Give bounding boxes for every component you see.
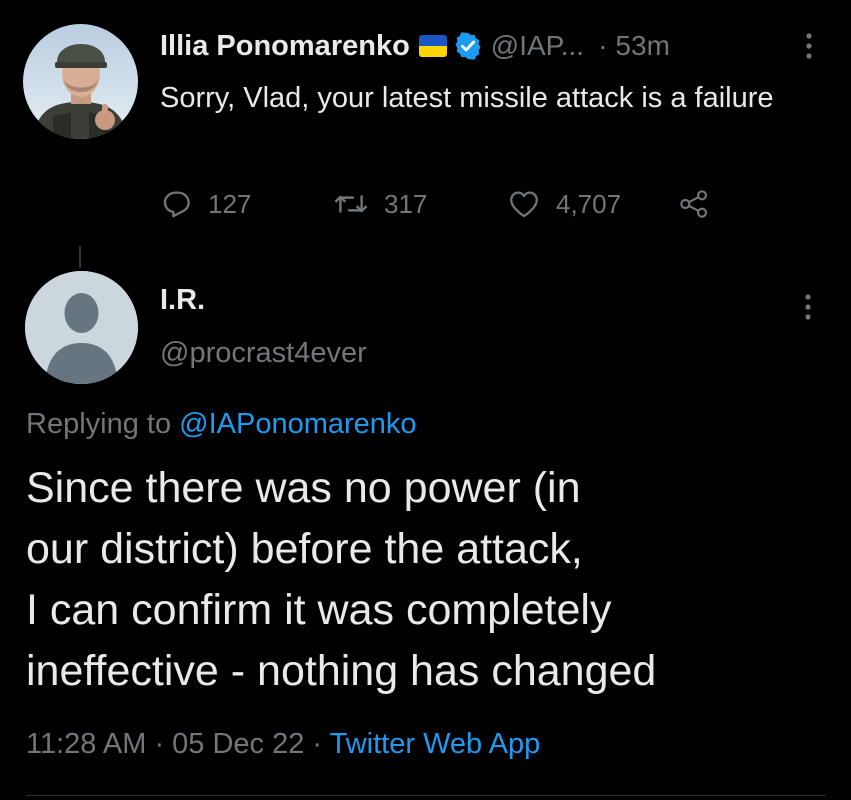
author-display-name[interactable]: Illia Ponomarenko [160,30,410,63]
share-button[interactable] [678,184,724,224]
reply-author-display-name[interactable]: I.R. [160,284,205,317]
share-icon [680,190,708,218]
like-button[interactable]: 4,707 [506,184,621,224]
like-icon [510,191,538,218]
reply-author-avatar[interactable] [25,271,138,384]
tweet-time[interactable]: 11:28 AM [26,728,146,760]
verified-badge-icon [453,31,483,61]
meta-separator: · [146,728,173,760]
thread-connector-line [79,246,81,268]
like-count: 4,707 [556,188,622,219]
tweet-header: Illia Ponomarenko @IAP... · 53m [160,26,670,66]
more-options-icon[interactable] [801,30,817,64]
tweet-meta-line: 11:28 AM · 05 Dec 22 · Twitter Web App [26,728,540,761]
replying-to-label: Replying to [26,408,180,440]
ukraine-flag-icon [418,35,447,57]
tweet-date[interactable]: 05 Dec 22 [172,728,304,760]
replying-to-mention-link[interactable]: @IAPonomarenko [179,408,416,440]
replying-to-line: Replying to @IAPonomarenko [26,408,417,441]
author-photo [23,24,138,139]
reply-text-line: ineffective - nothing has changed [26,647,657,695]
tweet-text: Sorry, Vlad, your latest missile attack … [160,82,774,114]
reply-text-line: I can confirm it was completely [26,586,612,634]
meta-separator: · [304,728,330,760]
retweet-icon [334,195,368,213]
reply-icon [163,191,190,218]
source-app-link[interactable]: Twitter Web App [330,728,541,760]
retweet-count: 317 [384,188,428,219]
tweet-action-bar: 127 317 4,707 [160,184,760,224]
author-avatar[interactable] [23,24,138,139]
reply-author-handle[interactable]: @procrast4ever [160,337,367,370]
reply-text-line: our district) before the attack, [26,525,583,573]
reply-button[interactable]: 127 [160,184,251,224]
reply-count: 127 [208,188,252,219]
header-separator: · [598,30,608,61]
divider [26,795,826,796]
more-options-icon[interactable] [800,291,816,325]
tweet-timestamp[interactable]: 53m [615,30,669,62]
author-handle[interactable]: @IAP... [491,30,584,62]
reply-tweet-text: Since there was no power (in our distric… [26,458,826,702]
default-avatar-icon [25,271,138,384]
retweet-button[interactable]: 317 [332,184,427,224]
reply-text-line: Since there was no power (in [26,464,581,512]
